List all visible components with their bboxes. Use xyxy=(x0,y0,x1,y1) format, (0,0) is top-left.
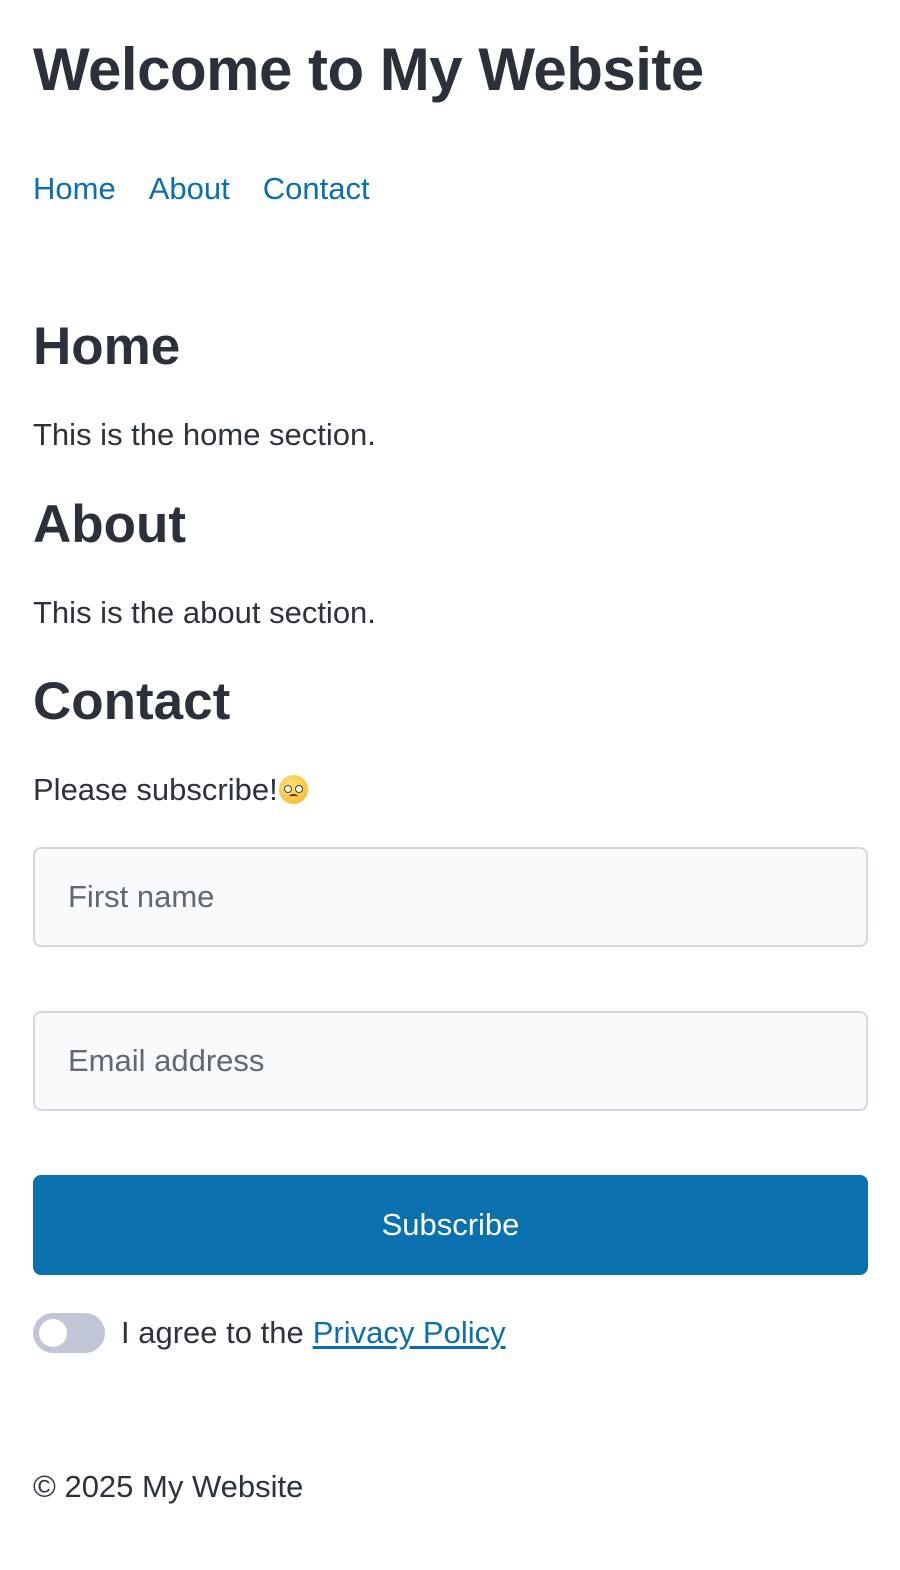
contact-text: Please subscribe! xyxy=(33,772,278,807)
email-input[interactable] xyxy=(33,1011,868,1111)
privacy-agree-toggle[interactable] xyxy=(33,1313,105,1353)
contact-heading: Contact xyxy=(33,672,231,731)
page-title: Welcome to My Website xyxy=(33,36,704,103)
pleading-face-icon xyxy=(278,775,308,804)
about-section: About This is the about section. xyxy=(33,494,867,633)
toggle-knob xyxy=(39,1319,67,1347)
footer-copyright: © 2025 My Website xyxy=(33,1469,304,1504)
about-heading: About xyxy=(33,495,187,554)
home-text: This is the home section. xyxy=(33,417,376,452)
privacy-agree-row: I agree to the Privacy Policy xyxy=(33,1313,867,1353)
page: Welcome to My Website Home About Contact… xyxy=(0,0,900,1507)
nav-link-home[interactable]: Home xyxy=(33,169,116,209)
nav-link-about[interactable]: About xyxy=(149,169,230,209)
main-nav: Home About Contact xyxy=(33,169,867,209)
nav-link-contact[interactable]: Contact xyxy=(263,169,370,209)
contact-section: Contact Please subscribe! Subscribe I ag… xyxy=(33,671,868,1353)
home-heading: Home xyxy=(33,317,181,376)
agree-label: I agree to the xyxy=(121,1315,304,1350)
first-name-input[interactable] xyxy=(33,847,868,947)
about-text: This is the about section. xyxy=(33,595,376,630)
home-section: Home This is the home section. xyxy=(33,316,867,455)
subscribe-button[interactable]: Subscribe xyxy=(33,1175,868,1275)
privacy-policy-link[interactable]: Privacy Policy xyxy=(313,1313,506,1353)
footer: © 2025 My Website xyxy=(33,1467,867,1507)
contact-text-row: Please subscribe! xyxy=(33,770,867,810)
subscribe-form: Subscribe I agree to the Privacy Policy xyxy=(33,847,868,1353)
